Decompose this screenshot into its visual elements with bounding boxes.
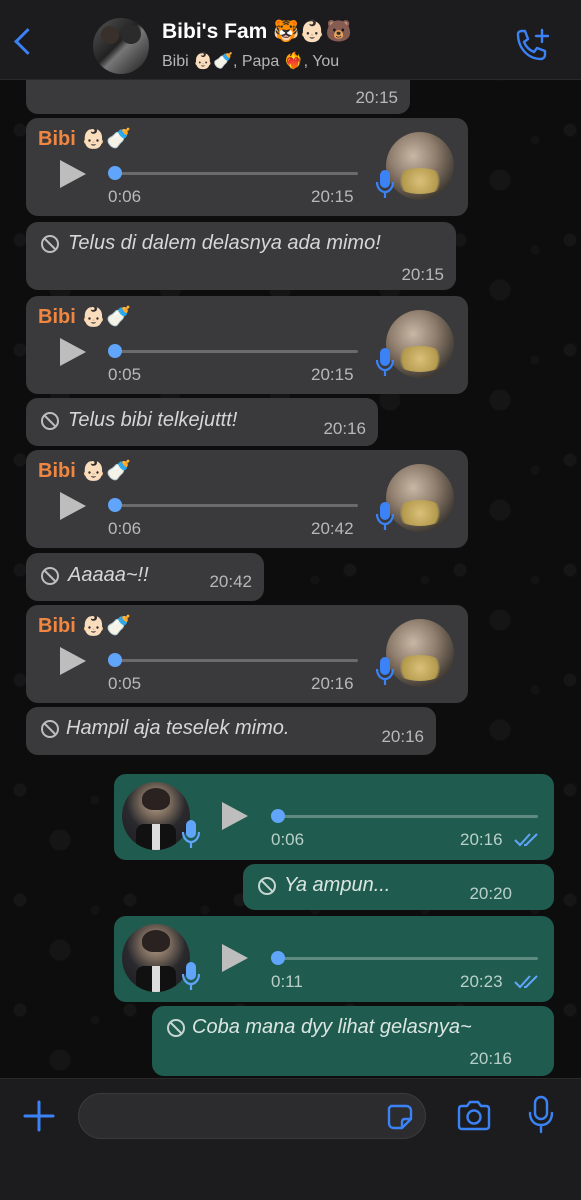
microphone-icon [375, 170, 395, 198]
read-receipt-icon [514, 833, 538, 847]
voice-message[interactable]: Bibi 👶🏻🍼 0:05 20:16 [26, 605, 468, 703]
message-time: 20:16 [469, 1049, 512, 1068]
play-icon[interactable] [60, 338, 86, 366]
voice-duration: 0:05 [108, 674, 142, 693]
microphone-icon [375, 502, 395, 530]
audio-progress-dot[interactable] [271, 951, 285, 965]
audio-progress-track[interactable] [114, 659, 358, 662]
voice-message[interactable]: Bibi 👶🏻🍼 0:05 20:15 [26, 296, 468, 394]
deleted-icon [258, 877, 276, 895]
audio-progress-dot[interactable] [108, 653, 122, 667]
message-time: 20:23 [460, 972, 503, 991]
chat-title[interactable]: Bibi's Fam 🐯👶🏻🐻 [162, 20, 352, 44]
deleted-text: Ya ampun... [284, 874, 391, 896]
sender-name: Bibi 👶🏻🍼 [38, 128, 132, 150]
audio-progress-dot[interactable] [108, 344, 122, 358]
deleted-text: Telus di dalem delasnya ada mimo! [68, 232, 381, 254]
voice-message[interactable]: Bibi 👶🏻🍼 0:06 20:42 [26, 450, 468, 548]
play-icon[interactable] [60, 492, 86, 520]
microphone-icon [375, 348, 395, 376]
audio-progress-dot[interactable] [108, 498, 122, 512]
message-time: 20:15 [311, 365, 354, 384]
sender-avatar [386, 132, 454, 200]
deleted-text: Aaaaa~!! [68, 564, 149, 586]
message-input[interactable] [78, 1093, 426, 1139]
message-input-bar [0, 1078, 581, 1200]
deleted-message[interactable]: Telus bibi telkejuttt! 20:16 [26, 398, 378, 446]
voice-duration: 0:05 [108, 365, 142, 384]
deleted-message[interactable]: Telus di dalem delasnya ada mimo! 20:15 [26, 222, 456, 290]
audio-progress-dot[interactable] [271, 809, 285, 823]
deleted-message[interactable]: Hampil aja teselek mimo. 20:16 [26, 707, 436, 755]
audio-progress-track[interactable] [114, 172, 358, 175]
voice-duration: 0:06 [108, 187, 142, 206]
play-icon[interactable] [222, 944, 248, 972]
voice-message-outgoing[interactable]: 0:06 20:16 [114, 774, 554, 860]
deleted-message-outgoing[interactable]: Coba mana dyy lihat gelasnya~ 20:16 [152, 1006, 554, 1076]
audio-progress-track[interactable] [114, 350, 358, 353]
microphone-icon [375, 657, 395, 685]
deleted-icon [167, 1019, 185, 1037]
message-time: 20:15 [355, 88, 398, 107]
deleted-icon [41, 235, 59, 253]
audio-progress-track[interactable] [276, 957, 538, 960]
play-icon[interactable] [60, 160, 86, 188]
sender-name: Bibi 👶🏻🍼 [38, 306, 132, 328]
plus-icon[interactable] [22, 1099, 56, 1133]
deleted-icon [41, 720, 59, 738]
read-receipt-icon [514, 975, 538, 989]
deleted-message-outgoing[interactable]: Ya ampun... 20:20 [243, 864, 554, 910]
voice-message-outgoing[interactable]: 0:11 20:23 [114, 916, 554, 1002]
deleted-text: Telus bibi telkejuttt! [68, 409, 238, 431]
microphone-icon[interactable] [526, 1095, 556, 1135]
back-button[interactable] [10, 24, 40, 64]
sender-avatar [386, 619, 454, 687]
voice-duration: 0:06 [271, 830, 305, 849]
voice-message[interactable]: Bibi 👶🏻🍼 0:06 20:15 [26, 118, 468, 216]
audio-progress-track[interactable] [276, 815, 538, 818]
chat-header: Bibi's Fam 🐯👶🏻🐻 Bibi 👶🏻🍼, Papa ❤️‍🔥, You [0, 0, 581, 80]
sender-name: Bibi 👶🏻🍼 [38, 460, 132, 482]
message-time: 20:42 [311, 519, 354, 538]
message-time: 20:16 [311, 674, 354, 693]
deleted-message[interactable]: Aaaaa~!! 20:42 [26, 553, 264, 601]
play-icon[interactable] [222, 802, 248, 830]
microphone-icon [181, 820, 201, 848]
message-time: 20:20 [469, 884, 512, 903]
sender-avatar [386, 310, 454, 378]
deleted-text: Hampil aja teselek mimo. [66, 717, 290, 739]
message-time: 20:42 [209, 572, 252, 591]
voice-duration: 0:06 [108, 519, 142, 538]
message-time: 20:16 [381, 727, 424, 746]
message-time: 20:15 [311, 187, 354, 206]
audio-progress-track[interactable] [114, 504, 358, 507]
camera-icon[interactable] [456, 1099, 492, 1133]
sticker-icon[interactable] [386, 1103, 414, 1131]
play-icon[interactable] [60, 647, 86, 675]
deleted-text: Coba mana dyy lihat gelasnya~ [192, 1016, 472, 1038]
message-time: 20:16 [460, 830, 503, 849]
message-time: 20:15 [401, 265, 444, 284]
audio-progress-dot[interactable] [108, 166, 122, 180]
phone-add-icon[interactable] [512, 28, 552, 64]
chat-members[interactable]: Bibi 👶🏻🍼, Papa ❤️‍🔥, You [162, 51, 339, 71]
sender-avatar [386, 464, 454, 532]
group-avatar[interactable] [93, 18, 149, 74]
deleted-icon [41, 412, 59, 430]
deleted-icon [41, 567, 59, 585]
message-time: 20:16 [323, 419, 366, 438]
microphone-icon [181, 962, 201, 990]
sender-name: Bibi 👶🏻🍼 [38, 615, 132, 637]
voice-duration: 0:11 [271, 972, 303, 991]
